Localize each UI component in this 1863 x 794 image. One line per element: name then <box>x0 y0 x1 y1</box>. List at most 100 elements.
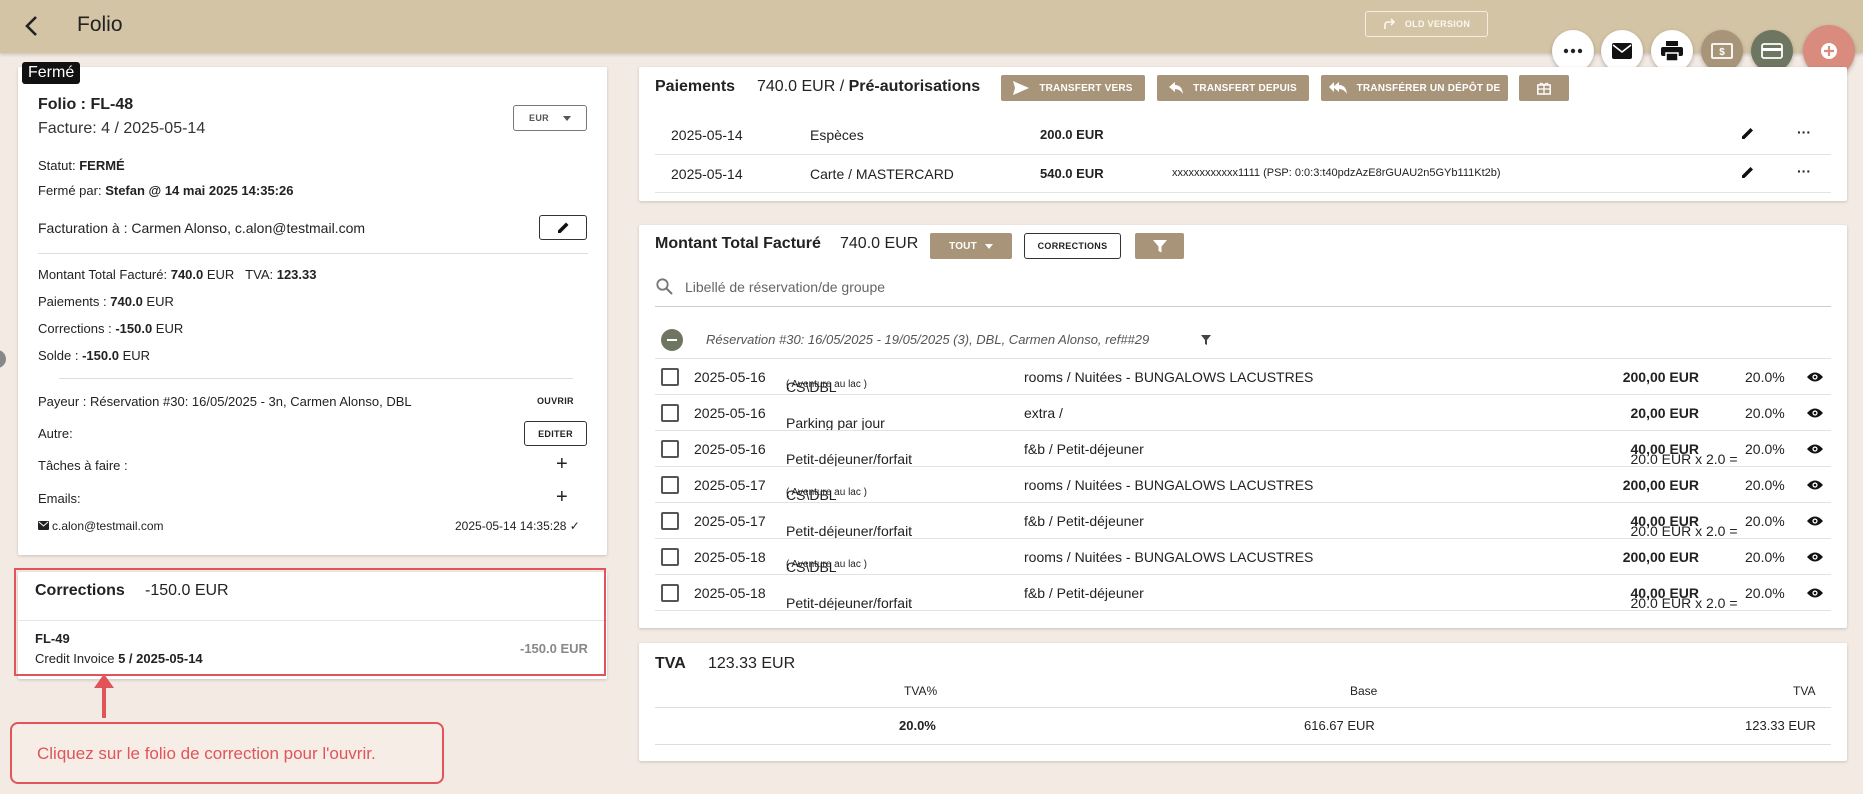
charge-amount-cell: 20.0 EUR x 2.0 = 40,00 EUR <box>1631 585 1738 611</box>
old-version-button[interactable]: OLD VERSION <box>1365 11 1488 37</box>
divider <box>655 192 1831 193</box>
charge-row: 2025-05-17 CS\DBL ( Aventure au lac ) room… <box>655 466 1831 503</box>
tout-label: TOUT <box>949 240 977 252</box>
print-button[interactable] <box>1651 30 1693 72</box>
add-circle-icon <box>1821 43 1837 59</box>
charge-tax: 20.0% <box>1745 585 1785 601</box>
filter-button[interactable] <box>1135 233 1184 259</box>
row-checkbox[interactable] <box>661 440 679 458</box>
email-sent-date: 2025-05-14 14:35:28 ✓ <box>455 519 580 533</box>
search-field[interactable]: Libellé de réservation/de groupe <box>655 272 1831 307</box>
eye-icon[interactable] <box>1807 514 1823 530</box>
row-checkbox[interactable] <box>661 584 679 602</box>
charge-tax: 20.0% <box>1745 441 1785 457</box>
charge-row: 2025-05-16 Parking par jour extra / 20,00 … <box>655 394 1831 431</box>
montant-line: Montant Total Facturé: 740.0 EUR TVA: 12… <box>38 267 316 282</box>
open-payer-link[interactable]: OUVRIR <box>537 396 574 406</box>
pencil-icon[interactable] <box>1741 126 1755 143</box>
montant-label: Montant Total Facturé: <box>38 267 171 282</box>
charge-row: 2025-05-16 CS\DBL ( Aventure au lac ) room… <box>655 358 1831 395</box>
charge-row: 2025-05-16 Petit-déjeuner/forfait f&b / P… <box>655 430 1831 467</box>
eye-icon[interactable] <box>1807 370 1823 386</box>
row-checkbox[interactable] <box>661 476 679 494</box>
charge-tax: 20.0% <box>1745 369 1785 385</box>
tva-col-rate: TVA% <box>904 684 938 698</box>
hint-callout: Cliquez sur le folio de correction pour … <box>10 722 444 784</box>
payment-cash-button[interactable]: $ <box>1701 30 1743 72</box>
side-panel-handle[interactable] <box>0 350 6 368</box>
transfer-deposit-label: TRANSFÉRER UN DÉPÔT DE <box>1356 82 1501 94</box>
charge-date: 2025-05-16 <box>694 441 766 457</box>
divider <box>655 707 1831 708</box>
gift-card-button[interactable] <box>1519 75 1569 101</box>
charge-amount-cell: 200,00 EUR <box>1623 549 1699 565</box>
row-checkbox[interactable] <box>661 368 679 386</box>
charge-amount-cell: 200,00 EUR <box>1623 369 1699 385</box>
cash-icon: $ <box>1711 43 1733 59</box>
statut-line: Statut: FERMÉ <box>38 158 125 173</box>
preauth-label: Pré-autorisations <box>848 78 981 95</box>
collapse-group-button[interactable] <box>661 329 683 351</box>
eye-icon[interactable] <box>1807 442 1823 458</box>
charge-tax: 20.0% <box>1745 549 1785 565</box>
eye-icon[interactable] <box>1807 406 1823 422</box>
charge-tax: 20.0% <box>1745 405 1785 421</box>
add-task-plus-icon[interactable]: + <box>556 453 568 476</box>
pencil-icon <box>557 222 568 233</box>
transfer-to-button[interactable]: TRANSFERT VERS <box>1001 75 1145 101</box>
row-checkbox[interactable] <box>661 548 679 566</box>
statut-value: FERMÉ <box>79 158 125 173</box>
eye-icon[interactable] <box>1807 586 1823 602</box>
row-checkbox[interactable] <box>661 512 679 530</box>
tva-rate-value: 20.0% <box>899 718 936 733</box>
montant-amount: 740.0 EUR <box>840 235 919 252</box>
corrections-line: Corrections : -150.0 EUR <box>38 321 183 336</box>
email-date: 2025-05-14 14:35:28 <box>455 519 567 533</box>
charge-amount-cell: 20.0 EUR x 2.0 = 40,00 EUR <box>1631 441 1738 467</box>
currency-select[interactable]: EUR <box>513 105 587 131</box>
payment-date: 2025-05-14 <box>671 127 743 143</box>
transfer-deposit-button[interactable]: TRANSFÉRER UN DÉPÔT DE <box>1321 75 1508 101</box>
payment-date: 2025-05-14 <box>671 166 743 182</box>
eye-icon[interactable] <box>1807 550 1823 566</box>
filter-tout-select[interactable]: TOUT <box>930 233 1012 259</box>
edit-other-button[interactable]: EDITER <box>524 421 587 446</box>
tva-col-tva: TVA <box>1793 684 1816 698</box>
paiements-label: Paiements : <box>38 294 111 309</box>
mail-icon <box>1612 43 1632 59</box>
printer-icon <box>1661 41 1683 61</box>
group-filter-icon[interactable] <box>1201 335 1211 345</box>
row-checkbox[interactable] <box>661 404 679 422</box>
corrections-label: Corrections : <box>38 321 116 336</box>
payment-method: Carte / MASTERCARD <box>810 166 954 182</box>
page-title: Folio <box>77 13 123 36</box>
payment-card-button[interactable] <box>1751 30 1793 72</box>
payment-ref: xxxxxxxxxxxx1111 (PSP: 0:0:3:t40pdzAzE8r… <box>1172 167 1501 179</box>
credit-card-icon <box>1761 43 1783 59</box>
facturation-line: Facturation à : Carmen Alonso, c.alon@te… <box>38 220 366 236</box>
paiements-currency: EUR <box>142 294 174 309</box>
transfer-from-button[interactable]: TRANSFERT DEPUIS <box>1157 75 1309 101</box>
corrections-button[interactable]: CORRECTIONS <box>1024 233 1121 259</box>
eye-icon[interactable] <box>1807 478 1823 494</box>
payment-amount: 200.0 EUR <box>1040 127 1104 142</box>
reservation-group-label: Réservation #30: 16/05/2025 - 19/05/2025… <box>706 332 1150 347</box>
more-horizontal-icon[interactable]: ··· <box>1797 163 1811 179</box>
charge-date: 2025-05-18 <box>694 549 766 565</box>
email-button[interactable] <box>1601 30 1643 72</box>
paiements-summary: 740.0 EUR / Pré-autorisations <box>757 78 980 96</box>
montant-value: 740.0 <box>170 267 204 282</box>
pencil-icon[interactable] <box>1741 165 1755 182</box>
back-arrow-icon[interactable] <box>18 12 46 40</box>
more-options-button[interactable] <box>1552 30 1594 72</box>
charge-calc: 20.0 EUR x 2.0 = <box>1630 523 1738 539</box>
more-horizontal-icon[interactable]: ··· <box>1797 124 1811 140</box>
divider <box>655 610 1831 611</box>
mail-icon <box>38 521 49 530</box>
charge-category: f&b / Petit-déjeuner <box>1024 513 1144 529</box>
add-email-plus-icon[interactable]: + <box>556 486 568 509</box>
search-placeholder: Libellé de réservation/de groupe <box>685 279 886 295</box>
charge-date: 2025-05-16 <box>694 369 766 385</box>
search-icon <box>656 278 673 295</box>
edit-billing-button[interactable] <box>539 215 587 240</box>
